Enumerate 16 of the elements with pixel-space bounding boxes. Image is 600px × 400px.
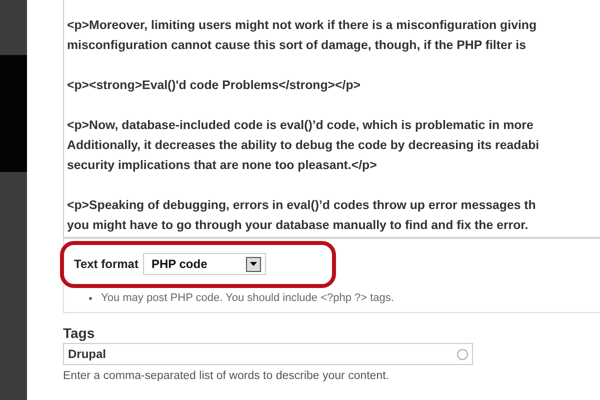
- tags-description: Enter a comma-separated list of words to describe your content.: [63, 370, 390, 382]
- text-format-label: Text format: [74, 257, 138, 271]
- text-line: Additionally, it decreases the ability to debug the code by decreasing its readabi: [67, 137, 540, 154]
- text-line: <p><strong>Eval()'d code Problems</strong></p>: [67, 77, 362, 94]
- text-line: you might have to go through your database manually to find and fix the error.: [67, 217, 530, 234]
- bullet-icon: [89, 296, 92, 300]
- text-line: misconfiguration cannot cause this sort of damage, though, if the PHP filter is: [67, 37, 527, 54]
- text-line: <p>Speaking of debugging, errors in eval()’d codes throw up error messages th: [67, 197, 537, 214]
- format-tip: You may post PHP code. You should include <?php ?> tags.: [101, 292, 394, 304]
- tags-field[interactable]: Drupal: [63, 343, 473, 365]
- circle-icon: [457, 348, 468, 360]
- text-line: security implications that are none too pleasant.</p>: [67, 157, 378, 174]
- text-line: <p>Moreover, limiting users might not work if there is a misconfiguration giving: [67, 17, 538, 34]
- text-line: <p>Now, database-included code is eval()’d code, which is problematic in more: [67, 117, 534, 134]
- text-format-select[interactable]: PHP code: [143, 253, 266, 275]
- tags-label: Tags: [63, 325, 96, 341]
